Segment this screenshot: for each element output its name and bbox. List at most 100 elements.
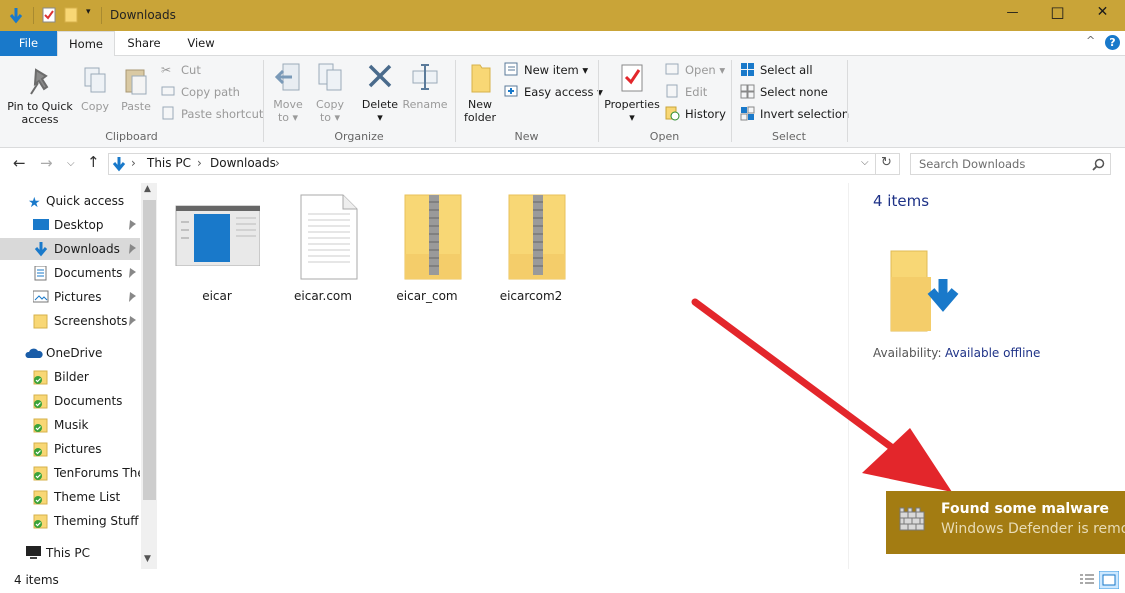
synced-folder-icon	[33, 418, 48, 433]
application-window-icon	[175, 205, 261, 267]
breadcrumb-downloads[interactable]: Downloads	[210, 156, 276, 170]
select-group-label: Select	[772, 130, 806, 143]
nav-onedrive-musik[interactable]: Musik	[0, 414, 140, 436]
nav-quick-access[interactable]: ★ Quick access	[0, 190, 140, 212]
file-item[interactable]: eicar_com	[382, 194, 472, 303]
open-button[interactable]: Open ▾	[665, 61, 725, 79]
details-item-count: 4 items	[873, 192, 930, 210]
search-placeholder: Search Downloads	[919, 157, 1026, 171]
nav-onedrive-theme-list[interactable]: Theme List	[0, 486, 140, 508]
annotation-arrow	[691, 298, 952, 492]
collapse-ribbon-icon[interactable]: ^	[1086, 34, 1095, 47]
onedrive-cloud-icon	[25, 348, 43, 358]
address-dropdown-icon[interactable]: ⌵	[861, 157, 869, 168]
tab-file[interactable]: File	[0, 31, 57, 56]
cut-button[interactable]: ✂ Cut	[161, 61, 201, 79]
scroll-down-icon[interactable]: ▼	[144, 554, 151, 564]
file-item[interactable]: eicar	[172, 194, 262, 303]
breadcrumb-separator[interactable]: ›	[131, 156, 136, 170]
rename-button[interactable]: Rename	[402, 62, 448, 111]
edit-button[interactable]: Edit	[665, 83, 707, 101]
ribbon-separator	[847, 60, 848, 142]
search-input[interactable]: Search Downloads	[910, 153, 1111, 175]
new-item-button[interactable]: New item ▾	[504, 61, 588, 79]
select-none-button[interactable]: Select none	[740, 83, 828, 101]
nav-desktop[interactable]: Desktop	[0, 214, 140, 236]
zip-folder-icon	[404, 194, 462, 280]
minimize-button[interactable]: —	[990, 5, 1035, 25]
properties-dropdown-arrow[interactable]: ▾	[629, 111, 635, 124]
nav-this-pc[interactable]: This PC	[0, 542, 140, 564]
zip-folder-icon	[508, 194, 566, 280]
move-to-button[interactable]: Move to ▾	[270, 62, 306, 124]
search-icon	[1092, 158, 1105, 171]
breadcrumb-separator[interactable]: ›	[275, 156, 280, 170]
breadcrumb-this-pc[interactable]: This PC	[147, 156, 191, 170]
nav-label: Screenshots	[54, 314, 128, 328]
invert-selection-icon	[740, 106, 755, 121]
copy-path-button[interactable]: Copy path	[161, 83, 240, 101]
large-icons-view-icon[interactable]	[1099, 571, 1119, 589]
history-button[interactable]: History	[665, 105, 726, 123]
nav-onedrive-bilder[interactable]: Bilder	[0, 366, 140, 388]
nav-label: TenForums Ther	[54, 466, 140, 480]
delete-label: Delete	[361, 98, 399, 111]
easy-access-button[interactable]: Easy access ▾	[504, 83, 603, 101]
paste-shortcut-button[interactable]: Paste shortcut	[161, 105, 263, 123]
nav-onedrive-tenforums[interactable]: TenForums Ther	[0, 462, 140, 484]
defender-notification[interactable]: Found some malware Windows Defender is r…	[886, 491, 1125, 554]
delete-button[interactable]: Delete ▾	[360, 62, 400, 124]
scissors-icon: ✂	[161, 63, 172, 77]
new-folder-icon[interactable]	[64, 7, 78, 23]
nav-documents[interactable]: Documents	[0, 262, 140, 284]
pin-icon	[129, 268, 136, 278]
nav-screenshots[interactable]: Screenshots	[0, 310, 140, 332]
new-folder-button[interactable]: New folder	[461, 62, 499, 124]
paste-button[interactable]: Paste	[118, 66, 154, 113]
select-all-button[interactable]: Select all	[740, 61, 813, 79]
back-button[interactable]: ←	[13, 154, 26, 172]
nav-pictures[interactable]: Pictures	[0, 286, 140, 308]
forward-button[interactable]: →	[40, 154, 53, 172]
recent-locations-button[interactable]: ⌵	[67, 158, 75, 169]
star-icon: ★	[28, 195, 41, 211]
copy-path-icon	[161, 86, 175, 96]
scroll-up-icon[interactable]: ▲	[144, 184, 151, 194]
pin-to-quick-access-button[interactable]: Pin to Quick access	[4, 66, 76, 126]
file-item[interactable]: eicarcom2	[486, 194, 576, 303]
properties-icon[interactable]	[42, 7, 56, 23]
nav-label: Quick access	[46, 194, 125, 208]
file-item[interactable]: eicar.com	[278, 194, 368, 303]
close-button[interactable]: ✕	[1080, 4, 1125, 26]
tab-view[interactable]: View	[176, 31, 226, 56]
nav-scrollbar-thumb[interactable]	[143, 200, 156, 500]
customize-toolbar-icon[interactable]: ▾	[86, 7, 91, 17]
open-group-label: Open	[649, 130, 680, 143]
nav-onedrive-documents[interactable]: Documents	[0, 390, 140, 412]
breadcrumb-separator[interactable]: ›	[197, 156, 202, 170]
nav-downloads[interactable]: Downloads	[0, 238, 140, 260]
tab-share[interactable]: Share	[119, 31, 169, 56]
ribbon: Pin to Quick access Copy Paste ✂ Cut Copy…	[0, 56, 1125, 148]
invert-selection-button[interactable]: Invert selection	[740, 105, 849, 123]
maximize-button[interactable]: □	[1035, 3, 1080, 25]
refresh-icon: ↻	[881, 155, 892, 170]
nav-onedrive[interactable]: OneDrive	[0, 342, 140, 364]
file-name: eicarcom2	[499, 289, 563, 303]
properties-button[interactable]: Properties ▾	[604, 62, 660, 124]
nav-onedrive-pictures[interactable]: Pictures	[0, 438, 140, 460]
computer-icon	[26, 546, 41, 559]
quick-access-down-arrow-icon[interactable]	[8, 7, 24, 24]
delete-dropdown-arrow[interactable]: ▾	[377, 111, 383, 124]
refresh-button[interactable]: ↻	[876, 153, 900, 175]
copy-button[interactable]: Copy	[78, 66, 112, 113]
tab-home[interactable]: Home	[57, 31, 115, 57]
clipboard-group-label: Clipboard	[105, 130, 158, 143]
copy-to-button[interactable]: Copy to ▾	[312, 62, 348, 124]
details-view-icon[interactable]	[1079, 573, 1095, 587]
help-icon[interactable]: ?	[1105, 35, 1120, 50]
nav-onedrive-theming-stuff[interactable]: Theming Stuff	[0, 510, 140, 532]
up-button[interactable]: ↑	[87, 153, 100, 171]
history-label: History	[685, 107, 726, 121]
address-bar[interactable]: › This PC › Downloads › ⌵	[108, 153, 876, 175]
